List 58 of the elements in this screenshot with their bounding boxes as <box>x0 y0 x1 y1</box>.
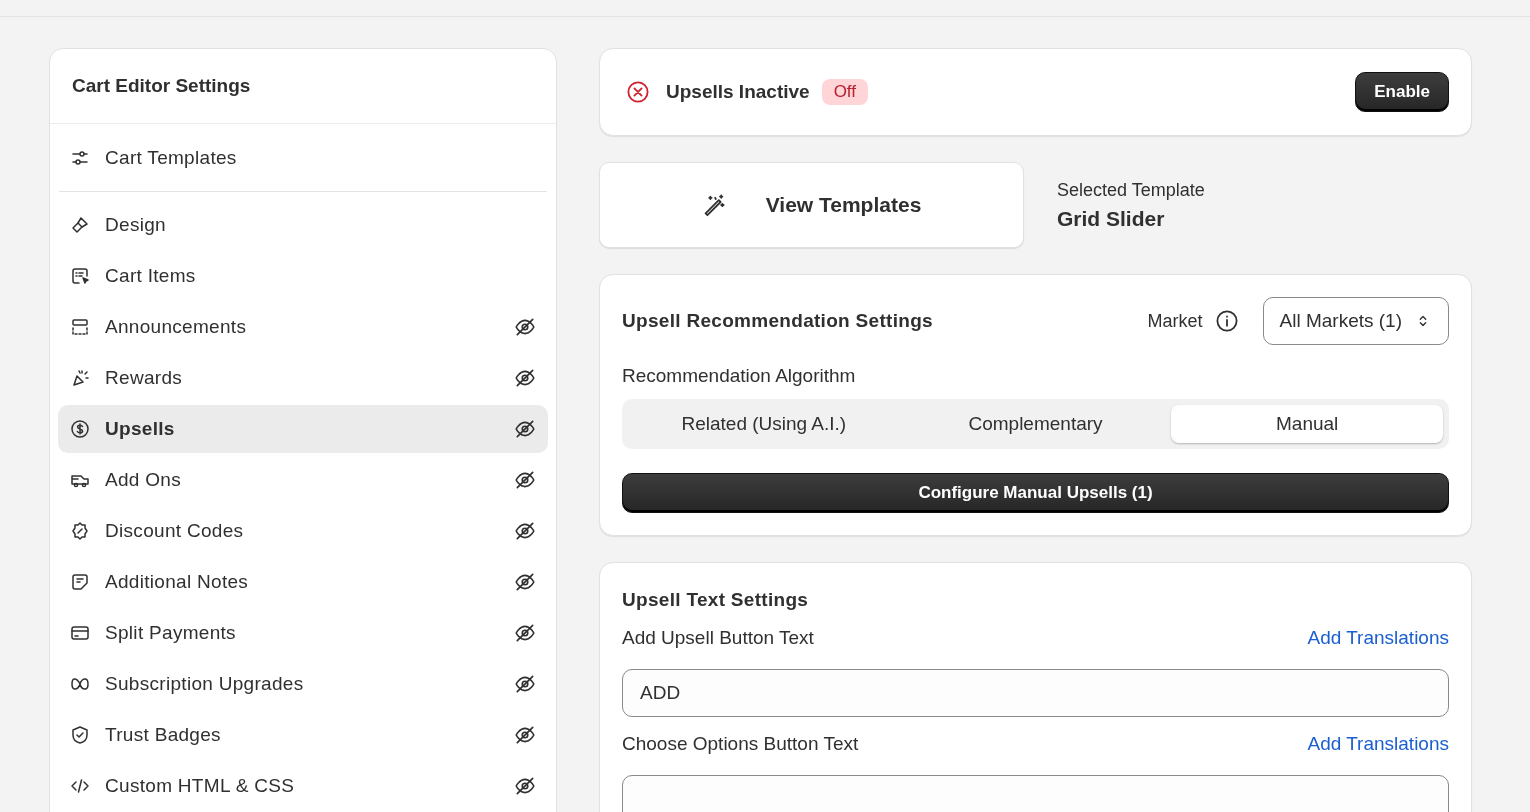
sidebar-item[interactable]: Rewards <box>58 354 548 402</box>
field-label: Choose Options Button Text <box>622 733 859 755</box>
eye-off-icon <box>514 724 536 746</box>
sidebar-item[interactable]: Split Payments <box>58 609 548 657</box>
eye-off-icon <box>514 418 536 440</box>
input-field[interactable]: ADD <box>622 669 1449 717</box>
sidebar-item[interactable]: Discount Codes <box>58 507 548 555</box>
configure-upsells-button[interactable]: Configure Manual Upsells (1) <box>622 473 1449 513</box>
sidebar-item[interactable]: Cart Items <box>58 252 548 300</box>
eye-off-icon <box>514 316 536 338</box>
sidebar-title: Cart Editor Settings <box>50 49 556 124</box>
code-icon <box>70 776 90 796</box>
market-dropdown[interactable]: All Markets (1) <box>1262 297 1449 345</box>
eye-off-icon <box>514 469 536 491</box>
market-label: Market <box>1147 310 1203 332</box>
eye-off-icon <box>514 520 536 542</box>
sidebar-item[interactable]: Trust Badges <box>58 711 548 759</box>
sidebar-item[interactable]: Add Ons <box>58 456 548 504</box>
credit-card-icon <box>70 623 90 643</box>
segment-option[interactable]: Manual <box>1171 405 1443 443</box>
x-circle-icon <box>626 80 650 104</box>
field-label: Add Upsell Button Text <box>622 627 814 649</box>
segment-option[interactable]: Complementary <box>899 405 1172 443</box>
status-title: Upsells Inactive <box>666 81 810 103</box>
shield-check-icon <box>70 725 90 745</box>
status-badge: Off <box>821 79 868 105</box>
segment-option[interactable]: Related (Using A.I.) <box>628 405 900 443</box>
note-icon <box>70 572 90 592</box>
input-field[interactable] <box>622 775 1449 812</box>
eye-off-icon <box>514 367 536 389</box>
add-translations-link[interactable]: Add Translations <box>1307 627 1449 649</box>
section-title: Upsell Text Settings <box>622 589 809 610</box>
party-popper-icon <box>70 368 90 388</box>
eye-off-icon <box>514 571 536 593</box>
dollar-circle-icon <box>70 419 90 439</box>
eye-off-icon <box>514 622 536 644</box>
section-title: Upsell Recommendation Settings <box>622 310 933 332</box>
sidebar-item[interactable]: Upsells <box>58 405 548 453</box>
dashed-layout-icon <box>70 317 90 337</box>
view-templates-button[interactable]: View Templates <box>599 162 1024 248</box>
info-icon <box>1214 309 1239 333</box>
eye-off-icon <box>514 673 536 695</box>
selected-template-label: Selected Template <box>1057 179 1205 201</box>
sliders-icon <box>70 148 90 168</box>
algorithm-label: Recommendation Algorithm <box>622 365 857 387</box>
sidebar-item[interactable]: Additional Notes <box>58 558 548 606</box>
add-translations-link[interactable]: Add Translations <box>1307 733 1449 755</box>
sidebar-item[interactable]: Design <box>58 201 548 249</box>
paintbrush-icon <box>70 215 90 235</box>
enable-button[interactable]: Enable <box>1355 72 1449 112</box>
eye-off-icon <box>514 775 536 797</box>
sidebar-item[interactable]: Announcements <box>58 303 548 351</box>
selected-template-value: Grid Slider <box>1057 206 1166 231</box>
list-cursor-icon <box>70 266 90 286</box>
percent-badge-icon <box>70 521 90 541</box>
sidebar-item[interactable]: Subscription Upgrades <box>58 660 548 708</box>
sidebar-item[interactable]: Cart Templates <box>58 134 548 182</box>
sidebar-item[interactable]: Custom HTML & CSS <box>58 762 548 810</box>
